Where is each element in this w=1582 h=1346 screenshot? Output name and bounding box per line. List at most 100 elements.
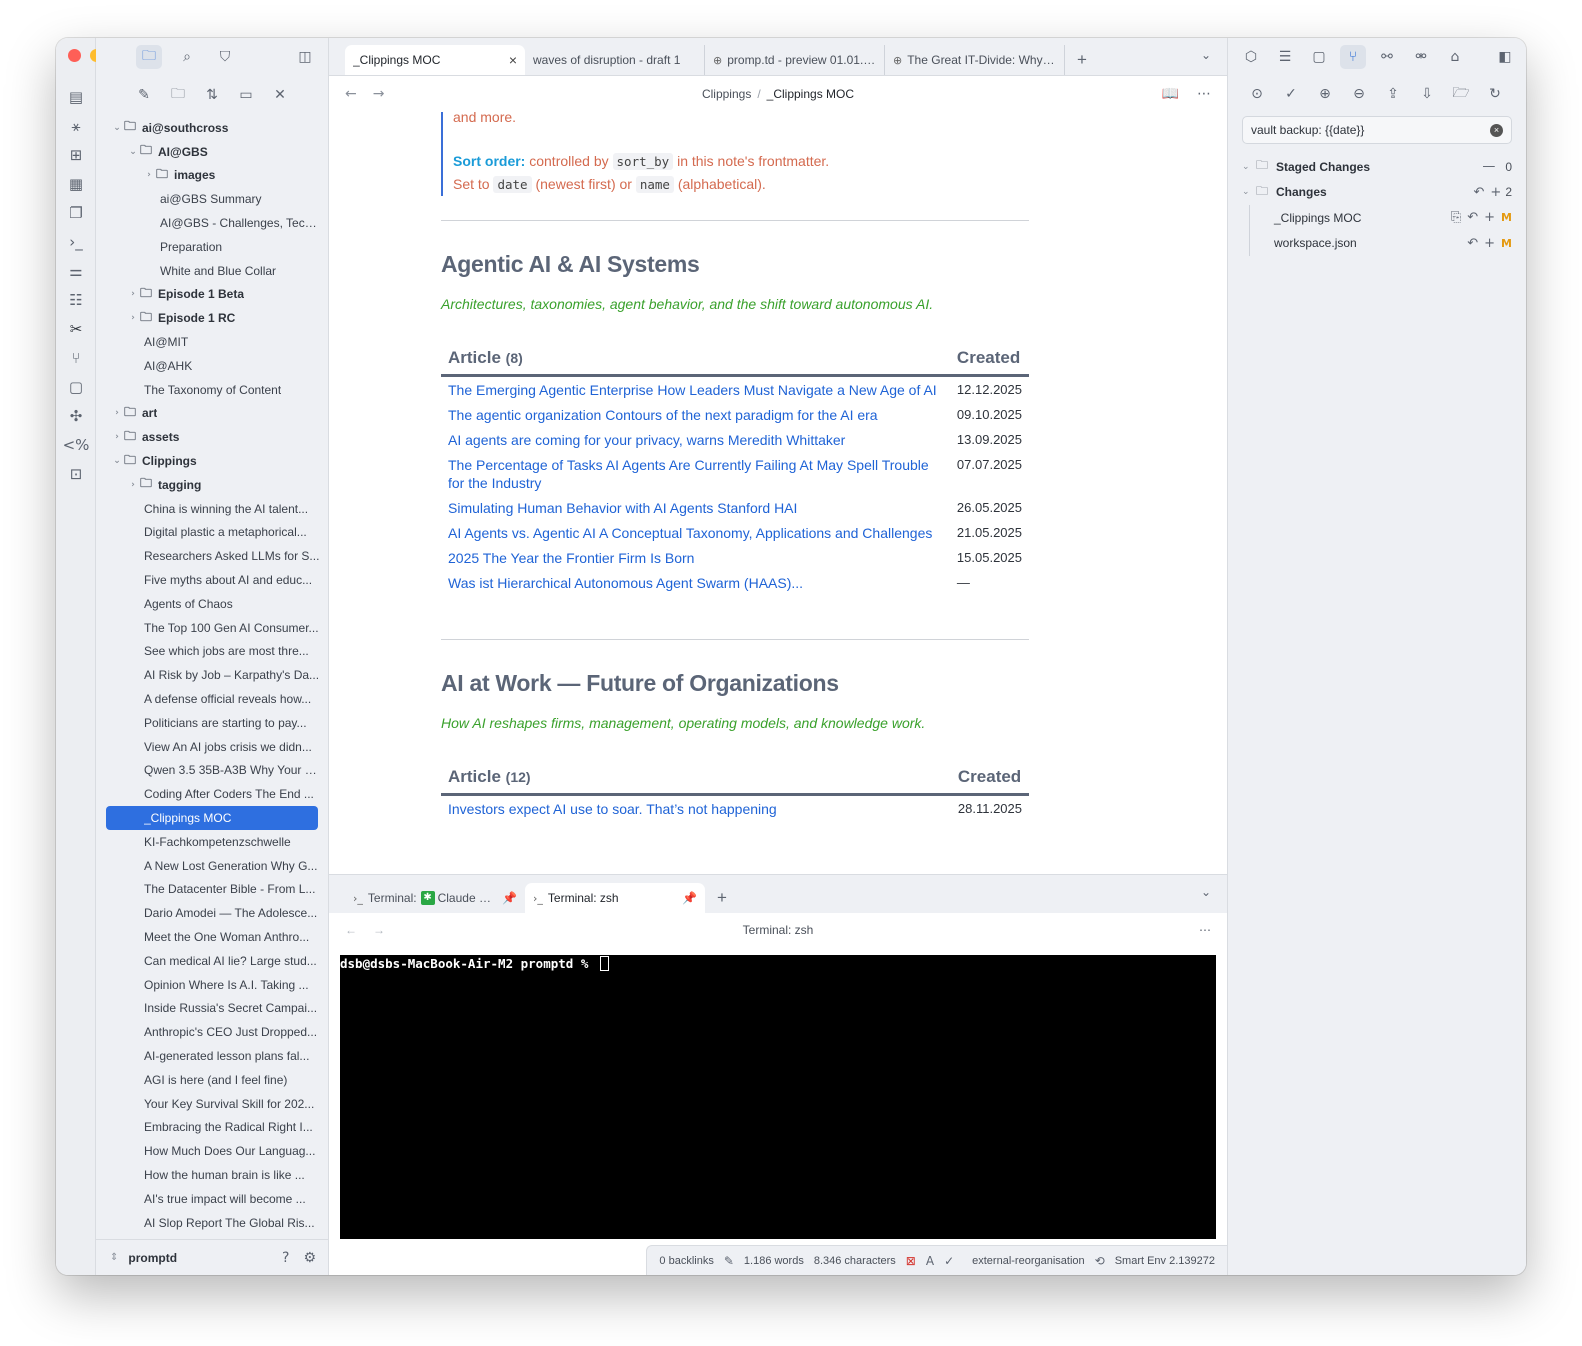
tree-file[interactable]: Can medical AI lie? Large stud... — [96, 949, 328, 973]
more-options-icon[interactable]: ⋯ — [1197, 86, 1211, 102]
unlink-icon[interactable]: ⚮ — [1408, 45, 1434, 69]
pin-icon[interactable]: 📌 — [682, 891, 697, 905]
sync-error-icon[interactable]: ⊠ — [906, 1254, 916, 1268]
article-link[interactable]: The Percentage of Tasks AI Agents Are Cu… — [448, 457, 929, 491]
comment-icon[interactable]: ▢ — [1306, 45, 1332, 69]
tree-folder[interactable]: › 🗀 images — [96, 164, 328, 188]
tree-file[interactable]: Embracing the Radical Right I... — [96, 1115, 328, 1139]
tree-file[interactable]: Agents of Chaos — [96, 592, 328, 616]
tree-file[interactable]: The Taxonomy of Content — [96, 378, 328, 402]
clear-icon[interactable]: × — [1490, 123, 1503, 137]
chevron-right-icon[interactable]: › — [126, 313, 140, 323]
commit-and-sync-icon[interactable]: ⊙ — [1244, 82, 1270, 106]
tree-file[interactable]: Five myths about AI and educ... — [96, 568, 328, 592]
forward-arrow-icon[interactable]: → — [373, 86, 385, 102]
sort-icon[interactable]: ⇅ — [199, 83, 225, 107]
staged-changes-group[interactable]: ⌄ 🗀 Staged Changes — 0 — [1228, 154, 1526, 180]
tree-file[interactable]: Preparation — [96, 235, 328, 259]
code-icon[interactable]: ⊡ — [56, 459, 96, 488]
smart-env-status[interactable]: Smart Env 2.139272 — [1115, 1255, 1215, 1267]
tree-file[interactable]: How the human brain is like ... — [96, 1163, 328, 1187]
push-icon[interactable]: ⇪ — [1380, 82, 1406, 106]
outline-icon[interactable]: ☰ — [1272, 45, 1298, 69]
tree-folder[interactable]: › 🗀 assets — [96, 425, 328, 449]
tree-file[interactable]: A New Lost Generation Why G... — [96, 854, 328, 878]
bookmark-icon[interactable]: ⛉ — [212, 45, 238, 69]
tree-folder[interactable]: › 🗀 tagging — [96, 473, 328, 497]
tree-folder[interactable]: › 🗀 Episode 1 RC — [96, 306, 328, 330]
stage-icon[interactable]: + — [1484, 236, 1495, 251]
chat-icon[interactable]: ▢ — [56, 372, 96, 401]
tree-folder[interactable]: › 🗀 Episode 1 Beta — [96, 283, 328, 307]
backlinks-count[interactable]: 0 backlinks — [659, 1255, 713, 1267]
tree-file[interactable]: Coding After Coders The End ... — [96, 782, 328, 806]
chevron-down-icon[interactable]: ⌄ — [110, 123, 124, 133]
toggle-sidebar-icon[interactable]: ◫ — [292, 45, 318, 69]
more-options-icon[interactable]: ⋯ — [1199, 923, 1211, 937]
chevron-right-icon[interactable]: › — [126, 289, 140, 299]
tree-folder[interactable]: ⌄ 🗀 ai@southcross — [96, 116, 328, 140]
open-folder-icon[interactable]: 🗁 — [1448, 82, 1474, 106]
changes-group[interactable]: ⌄ 🗀 Changes ↶ + 2 — [1228, 180, 1526, 206]
tree-file[interactable]: Politicians are starting to pay... — [96, 711, 328, 735]
spellcheck-icon[interactable]: A — [926, 1254, 934, 1268]
tree-folder[interactable]: ⌄ 🗀 AI@GBS — [96, 140, 328, 164]
tree-file[interactable]: Inside Russia's Secret Campai... — [96, 996, 328, 1020]
discard-icon[interactable]: ↶ — [1467, 210, 1478, 225]
article-link[interactable]: AI Agents vs. Agentic AI A Conceptual Ta… — [448, 525, 932, 541]
article-link[interactable]: The agentic organization Contours of the… — [448, 407, 878, 423]
tree-file[interactable]: Anthropic's CEO Just Dropped... — [96, 1020, 328, 1044]
tree-file[interactable]: AI@AHK — [96, 354, 328, 378]
commit-message-input[interactable]: vault backup: {{date}} × — [1242, 116, 1512, 144]
tab-2[interactable]: ⊕ promp.td - preview 01.01.2... — [705, 45, 885, 75]
tree-file[interactable]: The Top 100 Gen AI Consumer... — [96, 616, 328, 640]
commit-icon[interactable]: ✓ — [1278, 82, 1304, 106]
terminal-screen[interactable]: dsb@dsbs-MacBook-Air-M2 promptd % — [340, 955, 1216, 1239]
folder-icon[interactable]: 🗀 — [136, 45, 162, 69]
tree-file[interactable]: AI's true impact will become ... — [96, 1187, 328, 1211]
tree-file[interactable]: ai@GBS Summary — [96, 187, 328, 211]
tree-file[interactable]: Dario Amodei — The Adolesce... — [96, 901, 328, 925]
git-icon[interactable]: ⑂ — [56, 343, 96, 372]
breadcrumb-folder[interactable]: Clippings — [702, 87, 751, 101]
pull-icon[interactable]: ⇩ — [1414, 82, 1440, 106]
tree-file[interactable]: View An AI jobs crisis we didn... — [96, 735, 328, 759]
refresh-icon[interactable]: ↻ — [1482, 82, 1508, 106]
sliders-icon[interactable]: ⚌ — [56, 256, 96, 285]
stage-icon[interactable]: + — [1484, 210, 1495, 225]
pin-icon[interactable]: 📌 — [502, 891, 517, 905]
tools-icon[interactable]: ✂ — [56, 314, 96, 343]
page-icon[interactable]: ▤ — [56, 82, 96, 111]
tree-file[interactable]: Opinion Where Is A.I. Taking ... — [96, 973, 328, 997]
git-branch[interactable]: external-reorganisation — [972, 1255, 1085, 1267]
new-note-icon[interactable]: ✎ — [131, 83, 157, 107]
tab-1[interactable]: waves of disruption - draft 1 — [525, 45, 705, 75]
ghost-icon[interactable]: ⌂ — [1442, 45, 1468, 69]
tree-file[interactable]: Your Key Survival Skill for 202... — [96, 1092, 328, 1116]
open-file-icon[interactable]: ⎘ — [1451, 210, 1461, 225]
article-link[interactable]: 2025 The Year the Frontier Firm Is Born — [448, 550, 694, 566]
chevron-right-icon[interactable]: › — [126, 480, 140, 490]
terminal-tab-claude[interactable]: ›_ Terminal: ✱ Claude C... 📌 — [345, 883, 525, 913]
collapse-all-icon[interactable]: ✕ — [267, 83, 293, 107]
tree-file[interactable]: A defense official reveals how... — [96, 687, 328, 711]
unstage-icon[interactable]: — — [1482, 159, 1495, 174]
close-window-button[interactable] — [68, 49, 81, 62]
gear-icon[interactable]: ⚙ — [303, 1250, 316, 1266]
stage-icon[interactable]: + — [1490, 185, 1501, 200]
graph-icon[interactable]: ⚹ — [56, 111, 96, 140]
tree-file[interactable]: Meet the One Woman Anthro... — [96, 925, 328, 949]
chevron-down-icon[interactable]: ⌄ — [1201, 48, 1211, 62]
tree-file[interactable]: See which jobs are most thre... — [96, 640, 328, 664]
column-header-article[interactable]: Article (8) — [441, 342, 950, 377]
template-icon[interactable]: <% — [56, 430, 96, 459]
tree-file[interactable]: AI@GBS - Challenges, Tech... — [96, 211, 328, 235]
article-link[interactable]: AI agents are coming for your privacy, w… — [448, 432, 845, 448]
chevron-down-icon[interactable]: ⌄ — [126, 147, 140, 157]
tree-file[interactable]: AI Slop Report The Global Ris... — [96, 1211, 328, 1235]
article-link[interactable]: Investors expect AI use to soar. That’s … — [448, 801, 777, 817]
changed-file[interactable]: _Clippings MOC ⎘ ↶ + M — [1250, 205, 1526, 231]
article-link[interactable]: The Emerging Agentic Enterprise How Lead… — [448, 382, 937, 398]
copy-icon[interactable]: ❐ — [56, 198, 96, 227]
chevron-down-icon[interactable]: ⌄ — [1201, 885, 1211, 899]
